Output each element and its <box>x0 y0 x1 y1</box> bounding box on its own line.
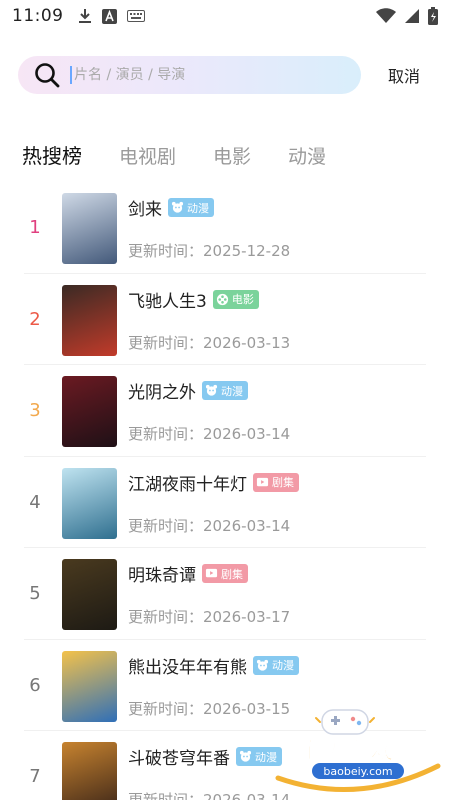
category-tag-icon <box>205 384 218 396</box>
category-tag-icon <box>171 201 184 213</box>
poster-image[interactable] <box>62 467 117 539</box>
update-time: 更新时间：2025-12-28 <box>128 242 291 260</box>
status-bar: 11:09 <box>0 0 450 32</box>
title-line: 明珠奇谭 剧集 <box>128 561 248 586</box>
item-title: 明珠奇谭 <box>128 566 196 586</box>
status-time: 11:09 <box>12 6 64 26</box>
title-line: 斗破苍穹年番 动漫 <box>128 744 282 769</box>
category-tag: 剧集 <box>253 472 299 492</box>
list-item[interactable]: 2 飞驰人生3 电影 更新时间：2026-03-13 <box>24 274 426 365</box>
status-notification-icons <box>78 8 145 24</box>
tab-movies[interactable]: 电影 <box>213 142 251 169</box>
app-a-icon <box>101 8 117 24</box>
item-title: 熊出没年年有熊 <box>128 657 247 678</box>
title-line: 飞驰人生3 电影 <box>128 287 259 312</box>
update-time: 更新时间：2026-03-14 <box>128 516 291 535</box>
category-tabs: 热搜榜 电视剧 电影 动漫 <box>22 140 363 169</box>
download-icon <box>78 9 91 23</box>
poster-image[interactable] <box>62 742 117 800</box>
rank-number: 4 <box>29 491 41 513</box>
poster-image[interactable] <box>62 376 117 447</box>
rank-number: 1 <box>29 217 41 238</box>
category-tag-label: 剧集 <box>221 567 243 581</box>
poster-image[interactable] <box>62 284 117 356</box>
status-system-icons <box>376 7 438 25</box>
category-tag: 动漫 <box>168 198 214 217</box>
poster-image[interactable] <box>62 650 117 722</box>
category-tag-icon <box>239 750 252 762</box>
item-title: 江湖夜雨十年灯 <box>128 474 247 495</box>
text-cursor <box>70 66 72 84</box>
item-title: 光阴之外 <box>128 383 196 403</box>
rank-number: 2 <box>29 308 41 330</box>
search-box[interactable] <box>18 56 361 94</box>
item-title: 斗破苍穹年番 <box>128 749 230 769</box>
update-time: 更新时间：2026-03-13 <box>128 333 291 352</box>
category-tag-label: 电影 <box>231 293 254 306</box>
update-time: 更新时间：2026-03-17 <box>128 608 291 626</box>
category-tag-label: 剧集 <box>272 476 294 489</box>
watermark-text: 宝贝游戏网 <box>298 736 418 764</box>
list-item[interactable]: 3 光阴之外 动漫 更新时间：2026-03-14 <box>24 365 426 457</box>
category-tag-label: 动漫 <box>272 659 294 672</box>
title-line: 江湖夜雨十年灯 剧集 <box>128 470 299 495</box>
category-tag-label: 动漫 <box>187 201 209 215</box>
poster-image[interactable] <box>62 559 117 630</box>
list-item[interactable]: 5 明珠奇谭 剧集 更新时间：2026-03-17 <box>24 548 426 640</box>
tab-anime[interactable]: 动漫 <box>288 142 326 169</box>
poster-image[interactable] <box>62 193 117 264</box>
wifi-icon <box>376 8 396 23</box>
cancel-button[interactable]: 取消 <box>388 63 432 87</box>
category-tag-icon <box>256 477 269 486</box>
rank-number: 7 <box>29 766 41 787</box>
signal-icon <box>405 9 419 23</box>
category-tag-icon <box>256 659 269 671</box>
update-time: 更新时间：2026-03-14 <box>128 425 291 443</box>
tab-tv-series[interactable]: 电视剧 <box>119 142 176 169</box>
rank-number: 3 <box>29 400 41 421</box>
search-icon[interactable] <box>34 62 60 88</box>
category-tag: 电影 <box>212 289 259 309</box>
update-time: 更新时间：2026-03-14 <box>128 791 291 800</box>
item-title: 飞驰人生3 <box>128 291 207 312</box>
update-time: 更新时间：2026-03-15 <box>128 699 291 718</box>
search-input[interactable] <box>74 67 324 83</box>
keyboard-icon <box>126 10 145 22</box>
category-tag: 动漫 <box>202 381 248 400</box>
list-item[interactable]: 1 剑来 动漫 更新时间：2025-12-28 <box>24 182 426 274</box>
category-tag-label: 动漫 <box>221 384 243 398</box>
rank-number: 5 <box>29 583 41 604</box>
watermark-logo: 宝贝游戏网 baobeiy.com <box>275 709 441 793</box>
search-row: 取消 <box>18 56 432 94</box>
category-tag: 动漫 <box>253 655 299 675</box>
title-line: 光阴之外 动漫 <box>128 378 248 403</box>
tab-hot-search[interactable]: 热搜榜 <box>22 140 82 169</box>
gamepad-icon <box>315 709 375 735</box>
category-tag: 剧集 <box>202 564 248 583</box>
watermark-url: baobeiy.com <box>323 765 392 778</box>
title-line: 熊出没年年有熊 动漫 <box>128 653 299 678</box>
title-line: 剑来 动漫 <box>128 195 214 220</box>
list-item[interactable]: 4 江湖夜雨十年灯 剧集 更新时间：2026-03-14 <box>24 457 426 548</box>
battery-icon <box>428 7 438 25</box>
category-tag-icon <box>216 293 228 305</box>
item-title: 剑来 <box>128 200 162 220</box>
category-tag-icon <box>205 568 218 578</box>
rank-number: 6 <box>29 674 41 696</box>
